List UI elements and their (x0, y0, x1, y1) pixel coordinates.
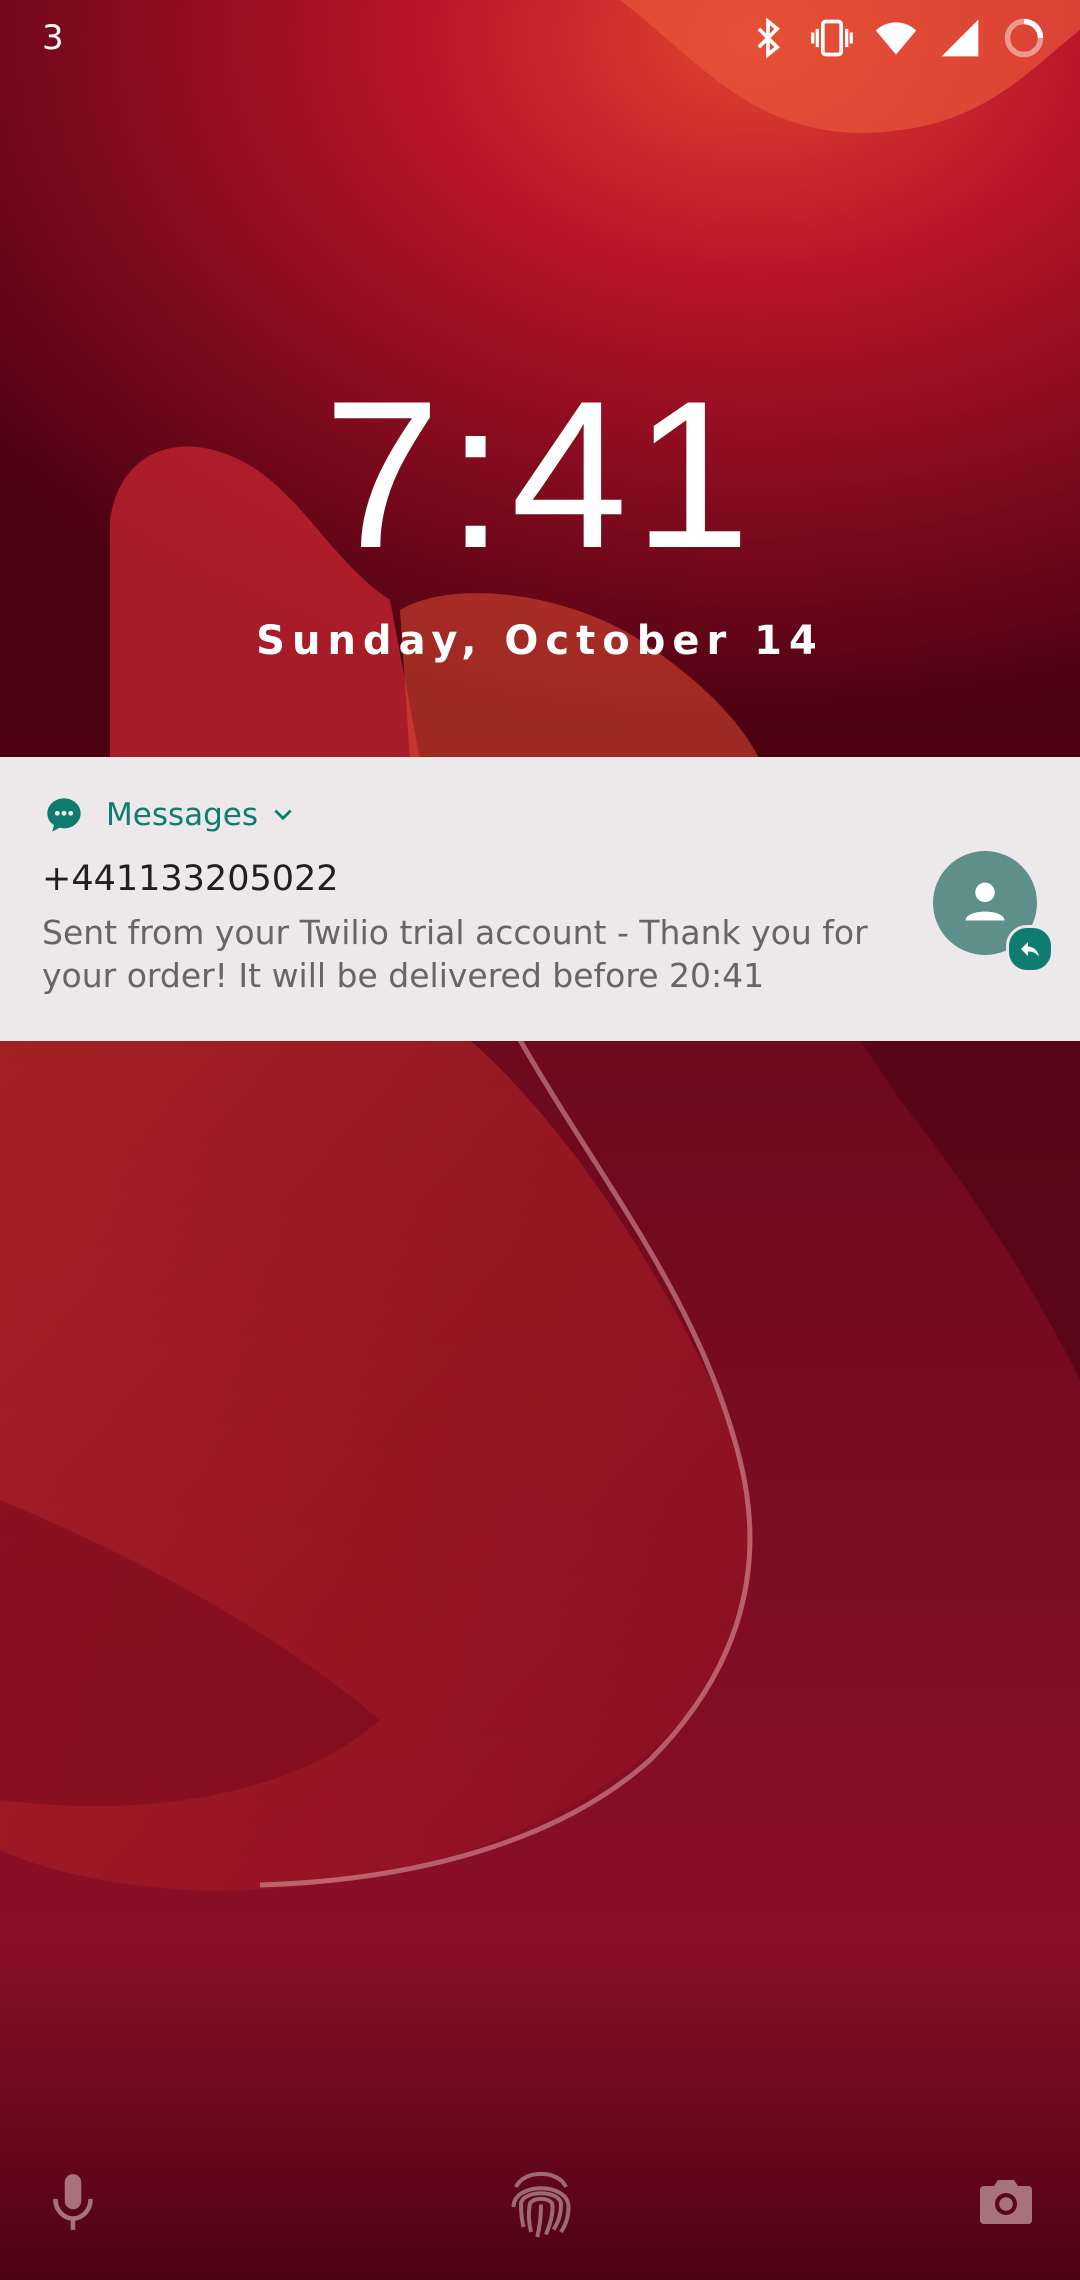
cell-signal-icon (938, 16, 982, 60)
mic-icon[interactable] (48, 2172, 98, 2234)
notification-message: Sent from your Twilio trial account - Th… (42, 913, 868, 995)
reply-button[interactable] (1006, 925, 1054, 973)
reply-icon (1021, 942, 1039, 957)
app-name: Messages (106, 797, 259, 833)
bluetooth-icon (746, 16, 790, 60)
person-icon (965, 882, 1005, 921)
notification-count: 3 (42, 18, 64, 58)
wifi-icon (874, 16, 918, 60)
notification-sender: +441133205022 (42, 859, 339, 899)
camera-icon[interactable] (976, 2176, 1036, 2228)
battery-icon (1002, 16, 1046, 60)
lockscreen-date: Sunday, October 14 (256, 618, 824, 664)
wallpaper (0, 0, 1080, 2280)
status-icons (746, 16, 1046, 60)
lockscreen-clock: 7:41 (323, 357, 757, 592)
fingerprint-icon[interactable] (506, 2162, 576, 2242)
chevron-down-icon[interactable] (270, 802, 296, 828)
messages-app-icon (44, 795, 84, 835)
notification-header[interactable]: Messages (44, 795, 296, 835)
message-notification[interactable]: Messages +441133205022 Sent from your Tw… (0, 757, 1080, 1041)
vibrate-icon (810, 16, 854, 60)
status-bar: 3 (0, 0, 1080, 80)
